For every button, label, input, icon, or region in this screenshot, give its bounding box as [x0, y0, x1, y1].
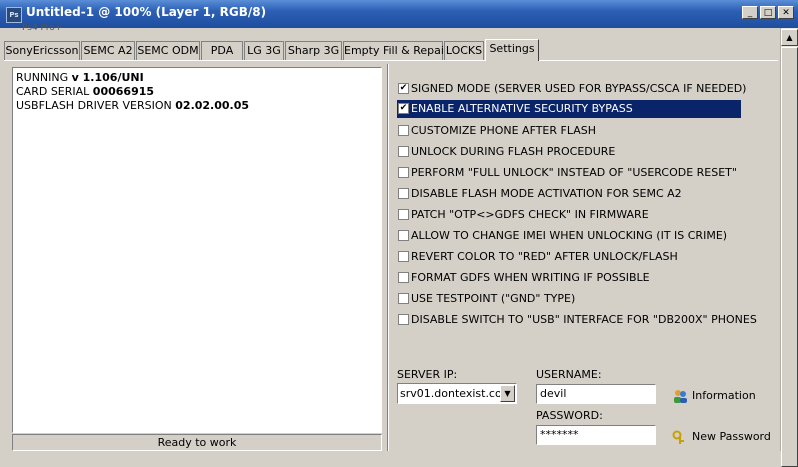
option-label: PERFORM "FULL UNLOCK" INSTEAD OF "USERCO… [411, 166, 737, 179]
option-disable-usb-switch[interactable]: DISABLE SWITCH TO "USB" INTERFACE FOR "D… [397, 311, 757, 329]
option-label: DISABLE FLASH MODE ACTIVATION FOR SEMC A… [411, 187, 682, 200]
log-line: CARD SERIAL 00066915 [16, 85, 154, 98]
users-info-icon [674, 390, 687, 403]
tab-locks[interactable]: LOCKS [444, 41, 484, 60]
information-label: Information [692, 389, 756, 402]
tab-empty-fill-repair[interactable]: Empty Fill & Repair [343, 41, 448, 60]
option-use-testpoint[interactable]: USE TESTPOINT ("GND" TYPE) [397, 290, 741, 308]
new-password-button[interactable]: New Password [672, 429, 771, 445]
option-label: FORMAT GDFS WHEN WRITING IF POSSIBLE [411, 271, 650, 284]
tab-sonyericsson[interactable]: SonyEricsson [4, 41, 80, 60]
checkbox[interactable] [398, 167, 409, 178]
chevron-down-icon[interactable]: ▼ [500, 385, 515, 402]
option-customize-phone[interactable]: CUSTOMIZE PHONE AFTER FLASH [397, 122, 741, 140]
close-button[interactable]: ✕ [778, 6, 794, 19]
option-label: CUSTOMIZE PHONE AFTER FLASH [411, 124, 597, 137]
option-change-imei[interactable]: ALLOW TO CHANGE IMEI WHEN UNLOCKING (IT … [397, 227, 741, 245]
scroll-up-button[interactable]: ▲ [781, 29, 798, 46]
tab-sharp-3g[interactable]: Sharp 3G [285, 41, 342, 60]
status-bar: Ready to work [12, 434, 382, 451]
option-label: UNLOCK DURING FLASH PROCEDURE [411, 145, 616, 158]
option-label: PATCH "OTP<>GDFS CHECK" IN FIRMWARE [411, 208, 649, 221]
checkbox[interactable]: ✔ [398, 83, 409, 94]
vertical-scrollbar[interactable]: ▲ [780, 28, 798, 467]
tab-settings[interactable]: Settings [485, 39, 539, 61]
maximize-button[interactable]: □ [760, 6, 776, 19]
checkbox[interactable] [398, 188, 409, 199]
log-label: RUNNING [16, 71, 72, 84]
password-field[interactable]: ******* [536, 425, 656, 445]
option-disable-flash-mode[interactable]: DISABLE FLASH MODE ACTIVATION FOR SEMC A… [397, 185, 741, 203]
title-bar: Ps Untitled-1 @ 100% (Layer 1, RGB/8) _ … [0, 0, 798, 29]
tab-separator [4, 60, 778, 61]
tab-pda[interactable]: PDA [201, 41, 243, 60]
server-ip-label: SERVER IP: [397, 368, 458, 381]
scroll-thumb[interactable] [781, 47, 798, 467]
photoshop-app-icon: Ps [6, 7, 22, 23]
log-value: 02.02.00.05 [175, 99, 250, 112]
new-password-label: New Password [692, 430, 771, 443]
checkbox[interactable] [398, 314, 409, 325]
panel-divider-highlight [388, 64, 389, 451]
checkbox[interactable] [398, 146, 409, 157]
log-value: 00066915 [92, 85, 155, 98]
option-revert-color[interactable]: REVERT COLOR TO "RED" AFTER UNLOCK/FLASH [397, 248, 741, 266]
option-alternative-security-bypass[interactable]: ✔ ENABLE ALTERNATIVE SECURITY BYPASS [397, 100, 741, 118]
server-ip-select[interactable]: srv01.dontexist.com ▼ [397, 383, 517, 404]
option-label: USE TESTPOINT ("GND" TYPE) [411, 292, 576, 305]
option-label: ALLOW TO CHANGE IMEI WHEN UNLOCKING (IT … [411, 229, 728, 242]
tab-semc-odm[interactable]: SEMC ODM [136, 41, 200, 60]
option-signed-mode[interactable]: ✔ SIGNED MODE (SERVER USED FOR BYPASS/CSC… [397, 80, 746, 98]
log-line: RUNNING v 1.106/UNI [16, 71, 144, 84]
option-label: REVERT COLOR TO "RED" AFTER UNLOCK/FLASH [411, 250, 678, 263]
strip-text: Ps4 Pro+ [22, 23, 63, 33]
username-field[interactable]: devil [536, 384, 656, 404]
option-format-gdfs[interactable]: FORMAT GDFS WHEN WRITING IF POSSIBLE [397, 269, 741, 287]
option-full-unlock[interactable]: PERFORM "FULL UNLOCK" INSTEAD OF "USERCO… [397, 164, 741, 182]
option-unlock-during-flash[interactable]: UNLOCK DURING FLASH PROCEDURE [397, 143, 741, 161]
information-button[interactable]: Information [672, 388, 756, 404]
log-label: CARD SERIAL [16, 85, 93, 98]
option-label: ENABLE ALTERNATIVE SECURITY BYPASS [411, 102, 633, 115]
checkbox[interactable] [398, 272, 409, 283]
minimize-button[interactable]: _ [742, 6, 758, 19]
log-value: v 1.106/UNI [71, 71, 144, 84]
log-panel[interactable]: RUNNING v 1.106/UNI CARD SERIAL 00066915… [12, 67, 382, 433]
window-title: Untitled-1 @ 100% (Layer 1, RGB/8) [26, 5, 267, 19]
partial-toolbar-strip: Ps4 Pro+ [0, 23, 780, 38]
checkbox[interactable] [398, 125, 409, 136]
key-icon [672, 430, 684, 444]
checkbox[interactable] [398, 230, 409, 241]
checkbox[interactable]: ✔ [398, 103, 409, 114]
tab-lg-3g[interactable]: LG 3G [244, 41, 284, 60]
username-label: USERNAME: [536, 368, 602, 381]
option-patch-otp[interactable]: PATCH "OTP<>GDFS CHECK" IN FIRMWARE [397, 206, 741, 224]
checkbox[interactable] [398, 209, 409, 220]
log-label: USBFLASH DRIVER VERSION [16, 99, 176, 112]
tab-semc-a2[interactable]: SEMC A2 [81, 41, 135, 60]
password-label: PASSWORD: [536, 409, 603, 422]
checkbox[interactable] [398, 251, 409, 262]
log-line: USBFLASH DRIVER VERSION 02.02.00.05 [16, 99, 249, 112]
option-label: DISABLE SWITCH TO "USB" INTERFACE FOR "D… [411, 313, 757, 326]
server-ip-value: srv01.dontexist.com [400, 387, 513, 400]
option-label: SIGNED MODE (SERVER USED FOR BYPASS/CSCA… [411, 82, 747, 95]
checkbox[interactable] [398, 293, 409, 304]
